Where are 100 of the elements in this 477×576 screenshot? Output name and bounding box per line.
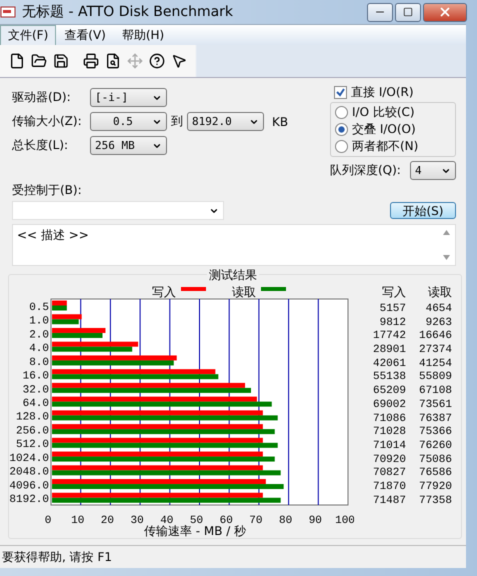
table-cell-text: 69002 [372,398,406,411]
table-cell-text: 71870 [372,481,406,494]
size-from-dropdown[interactable]: 0.5 [90,112,167,131]
radio-button[interactable] [335,106,348,119]
window-title: 无标题 - ATTO Disk Benchmark [22,3,234,21]
drive-dropdown[interactable]: [-i-] [90,88,167,107]
row-label: 1024.0 [9,452,49,465]
axis-tick: 100 [335,515,354,527]
status-text: 要获得帮助, 请按 F1 [1,548,112,566]
table-cell-text: 16646 [418,330,452,342]
legend-label: 写入 [152,285,176,299]
field-label: 总长度(L): [12,137,70,154]
menu-item[interactable]: 文件(F) [0,24,56,46]
close-button[interactable] [423,2,467,22]
maximize-button[interactable] [395,2,421,22]
size-to-dropdown[interactable]: 8192.0 [187,112,264,131]
row-label: 0.5 [29,302,49,314]
minimize-button[interactable] [367,2,393,22]
row-label: 64.0 [22,398,49,410]
table-cell-text: 77358 [418,494,452,507]
field-label: 到 [171,113,183,130]
table-cell-text: 71086 [372,412,406,425]
table-cell-text: 9812 [378,316,406,329]
row-label: 4096.0 [9,480,49,492]
axis-tick: 30 [130,515,144,527]
axis-tick: 80 [279,515,292,527]
row-label: 8.0 [29,356,49,369]
checkbox-label: 直接 I/O(R) [351,84,414,101]
description-box[interactable]: << 描述 >> [12,224,456,266]
table-cell-text: 73561 [418,398,452,411]
row-label: 512.0 [16,439,49,452]
row-label: 2.0 [29,329,49,342]
queue-depth-dropdown[interactable]: 4 [410,161,456,180]
axis-tick: 60 [220,515,233,527]
axis-tick: 0 [44,515,52,527]
table-cell-text: 76586 [418,467,452,480]
table-cell-text: 71028 [372,426,406,438]
length-dropdown[interactable]: 256 MB [90,136,167,155]
axis-tick: 20 [100,515,114,527]
table-cell-text: 27374 [418,344,452,356]
start-button[interactable]: 开始(S) [390,202,456,219]
new-file-icon[interactable] [8,52,26,70]
close-icon [438,5,452,19]
table-cell-text: 76260 [418,440,452,452]
scroll-down-icon[interactable] [443,255,450,260]
table-cell-text: 41254 [418,358,452,370]
radio-button[interactable] [335,140,348,153]
menu-item[interactable]: 帮助(H) [114,24,172,46]
table-cell-text: 71487 [372,494,406,507]
legend-item: 读取 [232,285,286,299]
checkbox[interactable] [334,86,347,99]
table-cell-text: 5157 [378,302,406,315]
axis-tick: 50 [190,515,204,527]
row-label: 4.0 [29,343,49,356]
table-cell-text: 76387 [418,412,452,425]
radio-label: 两者都不(N) [352,138,418,155]
radio-button[interactable] [335,123,348,136]
row-label: 1.0 [29,316,49,328]
axis-label: 传输速率 - MB / 秒 [144,524,246,537]
table-cell-text: 55138 [372,371,406,384]
field-label: 受控制于(B): [12,182,83,199]
table-cell-text: 70920 [372,454,406,466]
app-icon [0,4,18,20]
table-cell-text: 42061 [372,358,406,370]
axis-tick: 40 [160,515,174,527]
scroll-up-icon[interactable] [443,230,450,235]
table-cell-text: 75366 [418,426,452,438]
magnifier-page-icon[interactable] [104,52,122,70]
legend-item: 写入 [152,285,206,299]
table-cell-text: 4654 [424,302,452,315]
column-header: 读取 [427,284,452,300]
field-label: 队列深度(Q): [330,162,401,179]
maximize-icon [403,7,413,17]
table-cell-text: 17742 [372,330,406,342]
table-cell-text: 71014 [372,440,406,452]
row-label: 256.0 [16,425,49,438]
row-label: 32.0 [22,384,49,396]
menu-item[interactable]: 查看(V) [56,24,114,46]
column-header: 写入 [381,284,406,300]
table-cell-text: 28901 [372,344,406,356]
row-label: 8192.0 [9,494,49,506]
printer-icon[interactable] [82,52,100,70]
save-icon[interactable] [52,52,70,70]
axis-tick: 10 [71,515,84,527]
row-label: 128.0 [16,412,49,424]
help-icon[interactable] [148,52,166,70]
row-label: 16.0 [22,370,49,383]
radio-label: I/O 比较(C) [352,104,415,121]
table-cell-text: 9263 [424,316,452,329]
description-text: << 描述 >> [16,227,90,244]
table-cell-text: 55809 [418,371,452,384]
table-cell-text: 70827 [372,467,406,480]
unit-label: KB [272,114,288,128]
open-folder-icon[interactable] [30,52,48,70]
field-label: 传输大小(Z): [12,113,83,130]
legend-label: 读取 [232,285,256,299]
table-cell-text: 77920 [418,481,452,494]
axis-tick: 70 [249,515,262,527]
table-cell-text: 67108 [418,385,452,398]
table-cell-text: 65209 [372,385,406,398]
